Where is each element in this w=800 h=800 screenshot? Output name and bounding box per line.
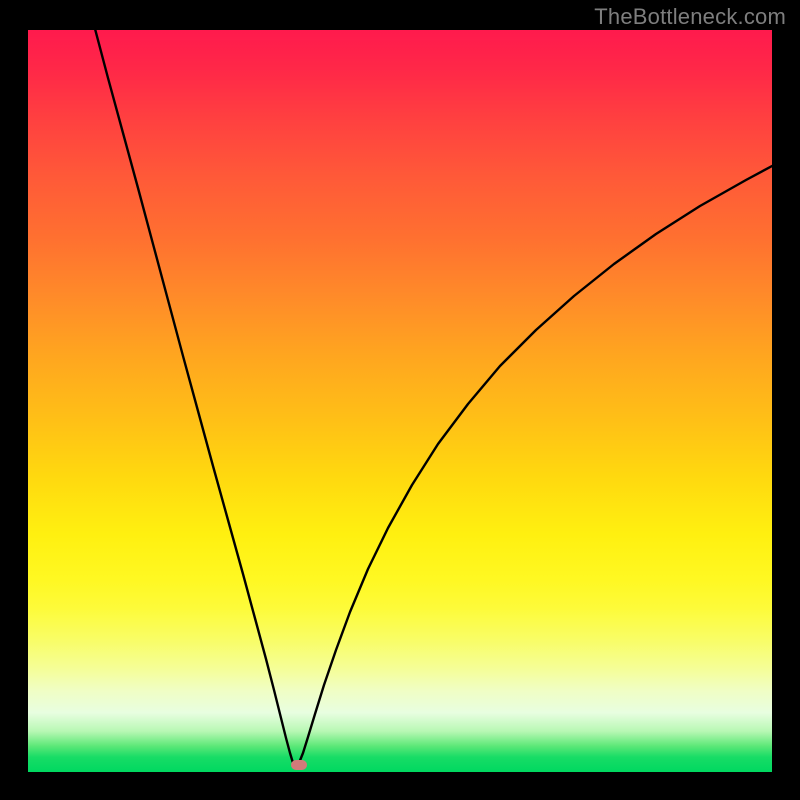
watermark-text: TheBottleneck.com <box>594 4 786 30</box>
minimum-marker <box>291 760 307 770</box>
chart-frame: TheBottleneck.com <box>0 0 800 800</box>
curve-svg <box>28 30 772 772</box>
bottleneck-curve-path <box>94 30 772 766</box>
plot-area <box>28 30 772 772</box>
